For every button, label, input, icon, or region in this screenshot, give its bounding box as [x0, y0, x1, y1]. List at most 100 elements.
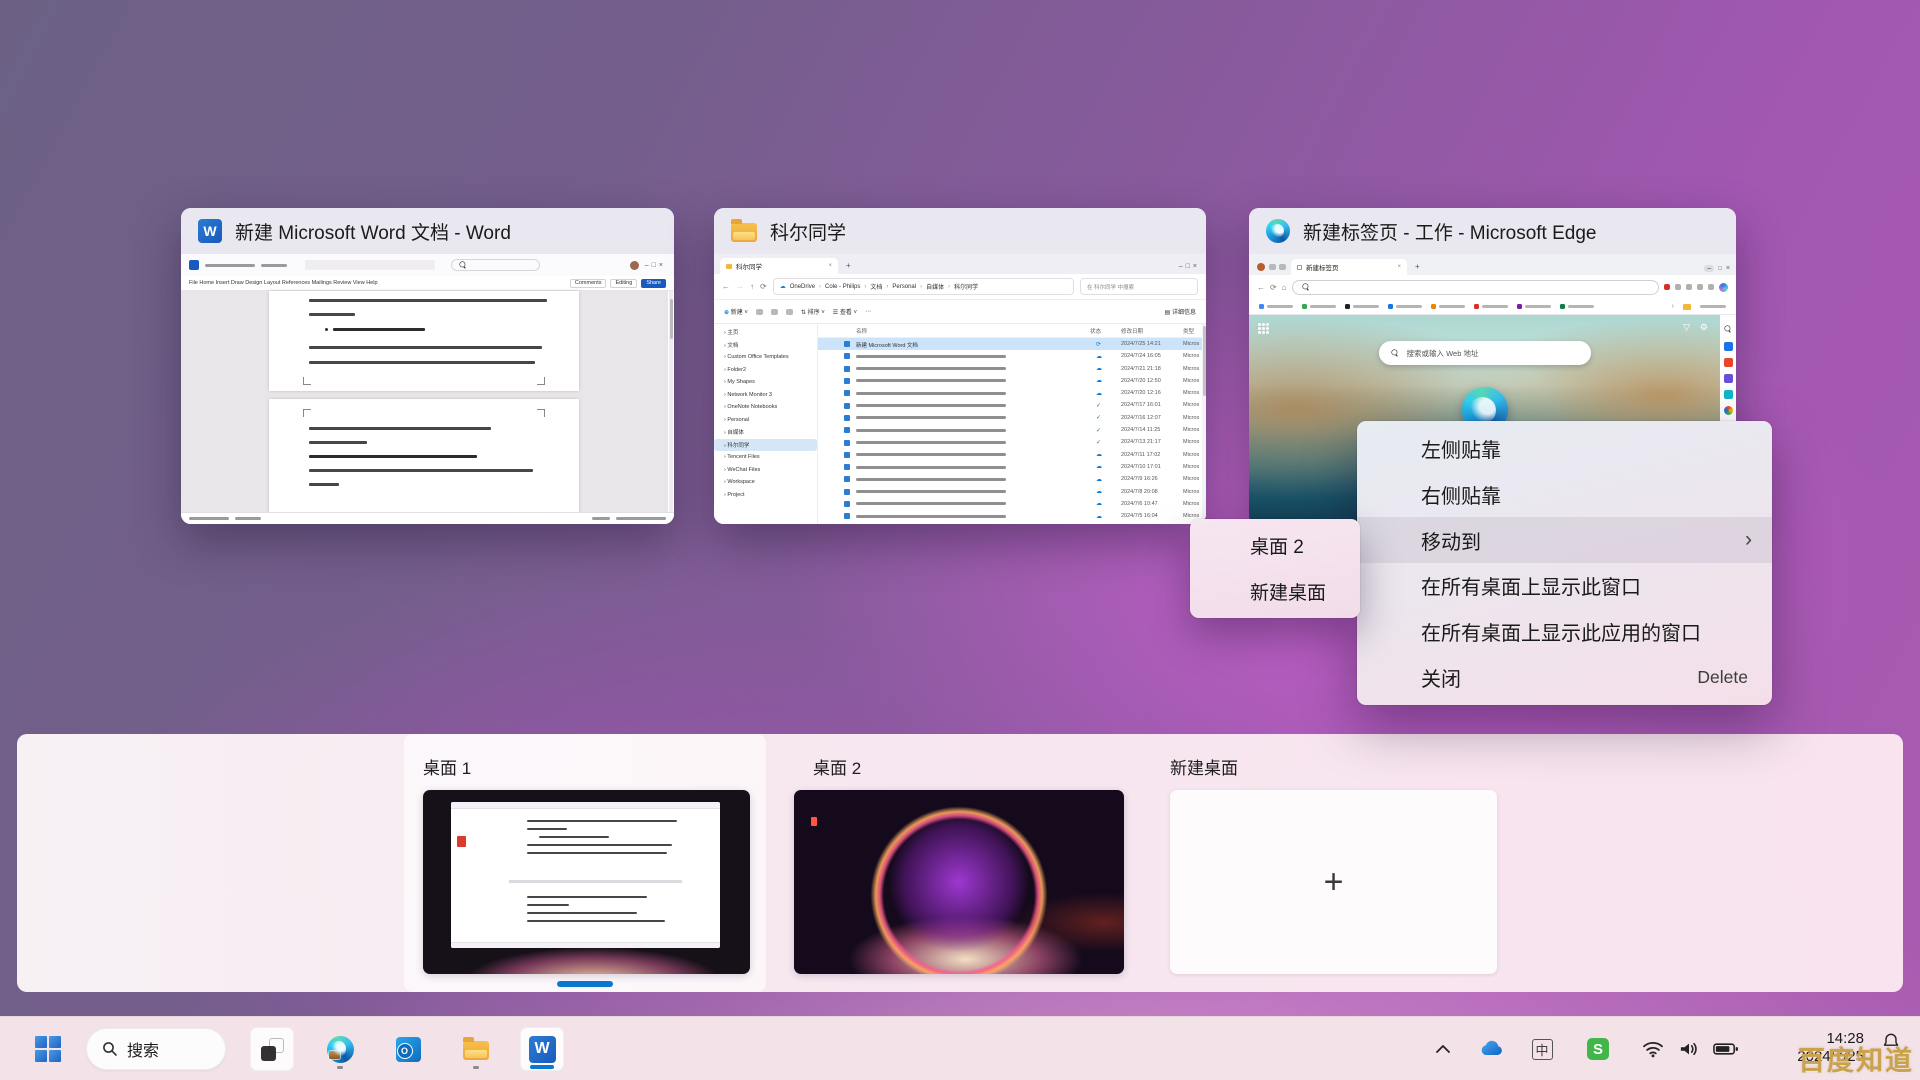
word-window-thumbnail[interactable]: W 新建 Microsoft Word 文档 - Word –□× File H…: [181, 208, 674, 524]
new-tab-icon[interactable]: +: [846, 261, 851, 270]
tray-wifi-button[interactable]: [1638, 1017, 1668, 1080]
desktop-2-thumbnail[interactable]: [794, 790, 1124, 974]
explorer-sidebar-item[interactable]: › Custom Office Templates: [714, 351, 817, 364]
sidebar-icon-orange[interactable]: [1724, 358, 1733, 367]
file-row[interactable]: ☁2024/7/24 16:05Micros: [818, 350, 1206, 362]
breadcrumb-item[interactable]: 自媒体: [926, 282, 944, 291]
tray-battery-button[interactable]: [1710, 1017, 1742, 1080]
edge-tab[interactable]: 新建标签页 ×: [1291, 259, 1407, 275]
copilot-icon[interactable]: [1719, 283, 1728, 292]
file-row[interactable]: ☁2024/7/20 12:50Micros: [818, 375, 1206, 387]
file-row[interactable]: ☁2024/7/11 17:02Micros: [818, 449, 1206, 461]
explorer-sidebar-item[interactable]: › Personal: [714, 414, 817, 427]
taskbar-explorer-button[interactable]: [454, 1027, 498, 1071]
explorer-sidebar-item[interactable]: › Workspace: [714, 476, 817, 489]
new-desktop-button[interactable]: +: [1170, 790, 1497, 974]
details-button[interactable]: ▤ 详细信息: [1165, 307, 1196, 316]
bookmarks-folder-icon[interactable]: [1683, 304, 1691, 310]
close-icon[interactable]: ×: [1726, 265, 1730, 272]
breadcrumb-item[interactable]: Cole - Philips: [825, 284, 860, 290]
taskbar-edge-button[interactable]: [318, 1027, 362, 1071]
explorer-scrollbar[interactable]: [1202, 324, 1206, 524]
view-button[interactable]: ☰ 查看 ˅: [833, 307, 857, 316]
tab-close-icon[interactable]: ×: [1397, 264, 1401, 270]
file-row[interactable]: ☁2024/7/20 12:16Micros: [818, 387, 1206, 399]
tray-volume-button[interactable]: [1674, 1017, 1704, 1080]
sidebar-icon-gear[interactable]: [1724, 406, 1733, 415]
explorer-sidebar-item[interactable]: › Network Monitor 3: [714, 389, 817, 402]
maximize-icon[interactable]: □: [1718, 266, 1722, 272]
breadcrumb-item[interactable]: 文档: [870, 282, 882, 291]
tray-onedrive-button[interactable]: [1474, 1017, 1508, 1080]
desktop-1-thumbnail[interactable]: [423, 790, 750, 974]
tray-sogou-button[interactable]: S: [1582, 1017, 1614, 1080]
back-icon[interactable]: ←: [722, 282, 730, 291]
edge-search-box[interactable]: 搜索或输入 Web 地址: [1379, 341, 1591, 365]
file-row[interactable]: ☁2024/7/8 20:08Micros: [818, 486, 1206, 498]
file-row[interactable]: ☁2024/7/6 10:47Micros: [818, 498, 1206, 510]
word-comments-button[interactable]: Comments: [570, 279, 607, 288]
bookmark-item[interactable]: [1517, 304, 1551, 309]
explorer-sidebar-item[interactable]: › OneNote Notebooks: [714, 401, 817, 414]
word-mini-searchbox[interactable]: [451, 259, 540, 271]
extension-icon-red[interactable]: [1664, 284, 1670, 290]
explorer-sidebar-item[interactable]: › My Shapes: [714, 376, 817, 389]
explorer-sidebar-item[interactable]: › Folder2: [714, 364, 817, 377]
menu-item-snap-right[interactable]: 右侧贴靠: [1357, 472, 1772, 518]
bookmark-item[interactable]: [1302, 304, 1336, 309]
task-view-button[interactable]: [250, 1027, 294, 1071]
taskbar-outlook-button[interactable]: [386, 1027, 430, 1071]
menu-item-snap-left[interactable]: 左侧贴靠: [1357, 426, 1772, 472]
file-row[interactable]: ☁2024/7/10 17:01Micros: [818, 461, 1206, 473]
file-row[interactable]: ✓2024/7/14 11:25Micros: [818, 424, 1206, 436]
apps-grid-icon[interactable]: [1258, 323, 1269, 334]
minimize-icon[interactable]: –: [1704, 265, 1714, 272]
back-icon[interactable]: ←: [1257, 283, 1265, 292]
taskbar-word-button[interactable]: W: [520, 1027, 564, 1071]
explorer-window-thumbnail[interactable]: 科尔同学 科尔同学 × + –□× ← → ↑ ⟳ ☁OneDrive›Cole…: [714, 208, 1206, 524]
bookmark-item[interactable]: [1474, 304, 1508, 309]
file-row[interactable]: ✓2024/7/13 21:17Micros: [818, 436, 1206, 448]
sidebar-icon-teal[interactable]: [1724, 390, 1733, 399]
refresh-icon[interactable]: ⟳: [1270, 283, 1277, 292]
forward-icon[interactable]: →: [736, 282, 744, 291]
sort-button[interactable]: ⇅ 排序 ˅: [801, 307, 825, 316]
tray-chevron-button[interactable]: [1428, 1017, 1458, 1080]
desktop-1-group[interactable]: 桌面 1: [404, 734, 766, 992]
edge-profile-avatar[interactable]: [1257, 263, 1265, 271]
bookmark-item[interactable]: [1431, 304, 1465, 309]
bookmark-item[interactable]: [1345, 304, 1379, 309]
new-tab-icon[interactable]: +: [1415, 262, 1420, 271]
explorer-search-input[interactable]: 在 科尔同学 中搜索: [1080, 278, 1198, 295]
file-list-header[interactable]: 名称 状态 修改日期 类型: [818, 324, 1206, 338]
more-button[interactable]: ⋯: [865, 308, 871, 315]
file-row[interactable]: ☁2024/7/21 21:18Micros: [818, 363, 1206, 375]
explorer-sidebar-item[interactable]: › 科尔同学: [714, 439, 817, 452]
word-share-button[interactable]: Share: [641, 279, 666, 288]
edge-url-field[interactable]: [1292, 280, 1659, 295]
menu-item-close[interactable]: 关闭Delete: [1357, 654, 1772, 700]
breadcrumb-item[interactable]: Personal: [892, 284, 916, 290]
explorer-sidebar-item[interactable]: › 文档: [714, 339, 817, 352]
page-layout-icon[interactable]: ▽: [1683, 322, 1690, 333]
bookmark-item[interactable]: [1560, 304, 1594, 309]
new-button[interactable]: ⊕ 新建 ˅: [724, 307, 748, 316]
submenu-item-desktop-2[interactable]: 桌面 2: [1190, 523, 1360, 569]
tray-ime-button[interactable]: 中: [1526, 1017, 1558, 1080]
taskbar-search[interactable]: 搜索: [86, 1028, 226, 1070]
start-button[interactable]: [26, 1027, 70, 1071]
submenu-item-new-desktop[interactable]: 新建桌面: [1190, 569, 1360, 615]
word-editing-button[interactable]: Editing: [610, 279, 637, 288]
sidebar-icon-purple[interactable]: [1724, 374, 1733, 383]
file-row[interactable]: ✓2024/7/17 16:01Micros: [818, 399, 1206, 411]
bookmarks-overflow-icon[interactable]: ›: [1672, 303, 1674, 310]
file-row[interactable]: 新建 Microsoft Word 文档⟳2024/7/25 14:21Micr…: [818, 338, 1206, 350]
explorer-sidebar-item[interactable]: › 自媒体: [714, 426, 817, 439]
breadcrumb-item[interactable]: OneDrive: [790, 284, 815, 290]
tab-close-icon[interactable]: ×: [828, 263, 832, 269]
explorer-sidebar-item[interactable]: › Project: [714, 489, 817, 502]
file-row[interactable]: ☁2024/7/9 16:26Micros: [818, 473, 1206, 485]
word-ribbon-tabs[interactable]: File Home Insert Draw Design Layout Refe…: [189, 280, 378, 286]
desktop-2-group[interactable]: 桌面 2: [777, 734, 1141, 992]
settings-gear-icon[interactable]: ⚙: [1700, 322, 1708, 333]
